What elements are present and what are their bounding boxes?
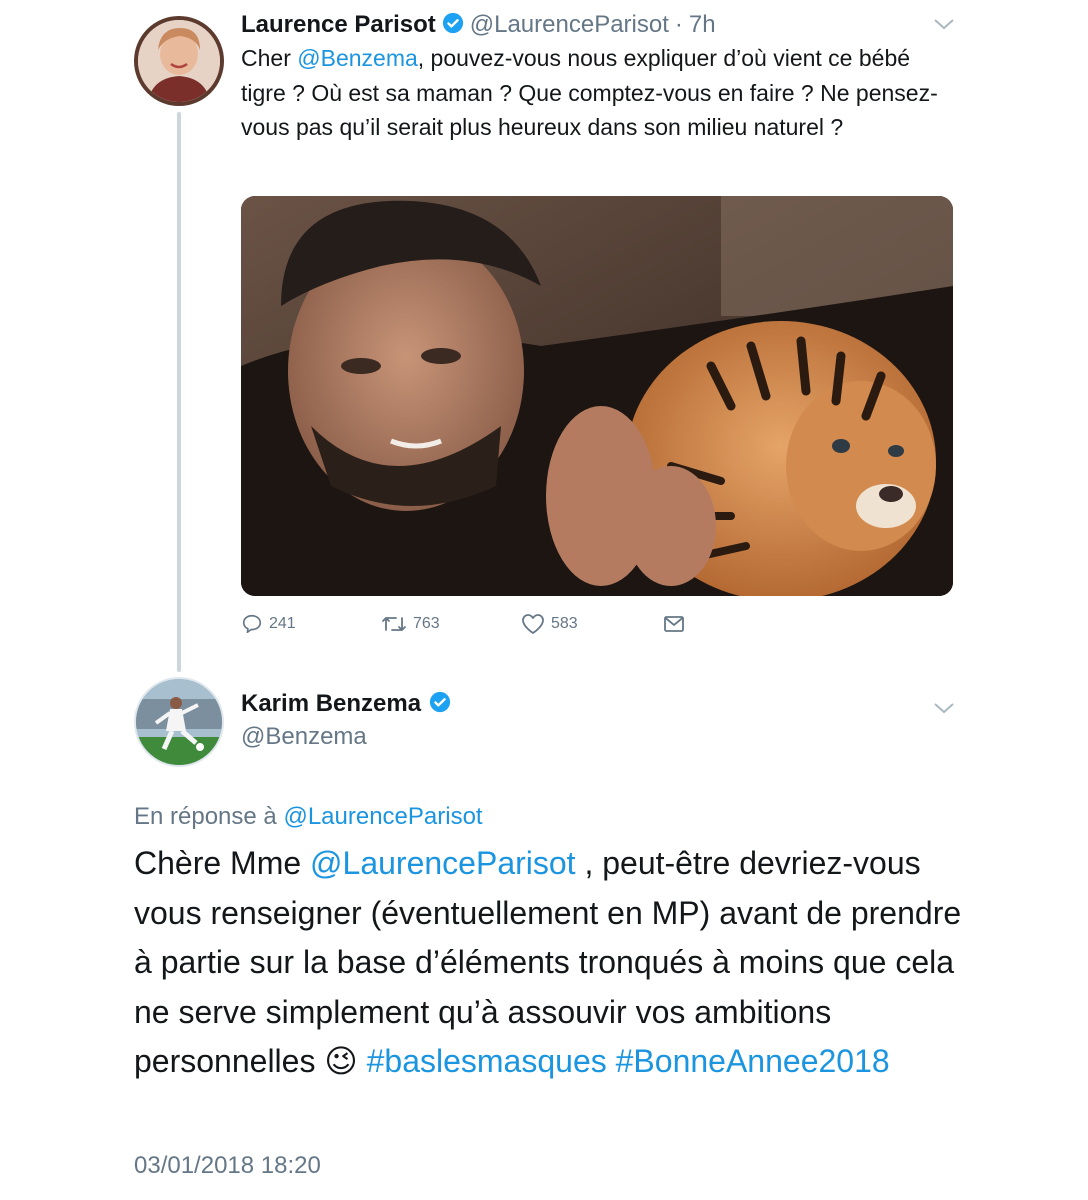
tweet-text: Cher @Benzema, pouvez-vous nous explique… xyxy=(241,41,961,145)
photo-man-with-tiger-cub xyxy=(241,196,953,596)
reply-timestamp[interactable]: 03/01/2018 18:20 xyxy=(134,1152,321,1180)
reply-author-name[interactable]: Karim Benzema xyxy=(241,690,421,718)
author-name[interactable]: Laurence Parisot xyxy=(241,11,436,39)
thread-connector-line xyxy=(177,112,181,672)
heart-icon xyxy=(522,614,544,634)
avatar-football-photo xyxy=(136,679,222,765)
retweet-action[interactable]: 763 xyxy=(381,613,440,635)
author-handle[interactable]: @LaurenceParisot xyxy=(470,11,669,39)
reply-count: 241 xyxy=(269,615,296,632)
tweet-time[interactable]: 7h xyxy=(689,11,716,39)
wink-emoji-icon: 😉 xyxy=(324,1043,358,1079)
tweet-text-prefix: Cher xyxy=(241,45,298,71)
hashtag-bonneannee2018[interactable]: #BonneAnnee2018 xyxy=(616,1043,890,1079)
avatar-portrait xyxy=(138,20,220,102)
reply-mention-link[interactable]: @LaurenceParisot xyxy=(310,845,576,881)
chevron-down-icon[interactable] xyxy=(932,14,956,39)
verified-badge-icon xyxy=(442,12,464,39)
time-separator: · xyxy=(674,11,683,38)
retweet-count: 763 xyxy=(413,615,440,632)
in-reply-label: En réponse à xyxy=(134,803,277,830)
like-action[interactable]: 583 xyxy=(521,613,578,635)
reply-text: Chère Mme @LaurenceParisot , peut-être d… xyxy=(134,839,974,1087)
like-count: 583 xyxy=(551,615,578,632)
in-reply-to: En réponse à @LaurenceParisot xyxy=(134,803,483,831)
reply-icon xyxy=(242,614,262,634)
avatar-karim-benzema[interactable] xyxy=(134,677,224,767)
reply-author-handle[interactable]: @Benzema xyxy=(241,723,367,751)
reply-author-row: Karim Benzema xyxy=(241,690,451,718)
message-icon xyxy=(664,616,684,632)
direct-message-action[interactable] xyxy=(663,614,685,634)
tweet-header: Laurence Parisot @LaurenceParisot · 7h xyxy=(241,8,716,42)
reply-text-prefix: Chère Mme xyxy=(134,845,311,881)
mention-link[interactable]: @Benzema xyxy=(297,45,418,71)
avatar-laurence-parisot[interactable] xyxy=(134,16,224,106)
chevron-down-icon[interactable] xyxy=(932,698,956,723)
reply-action[interactable]: 241 xyxy=(241,613,296,635)
verified-badge-icon xyxy=(429,691,451,718)
in-reply-handle-link[interactable]: @LaurenceParisot xyxy=(283,803,482,830)
tweet-photo[interactable] xyxy=(241,196,953,596)
retweet-icon xyxy=(382,617,406,631)
hashtag-baslesmasques[interactable]: #baslesmasques xyxy=(367,1043,607,1079)
